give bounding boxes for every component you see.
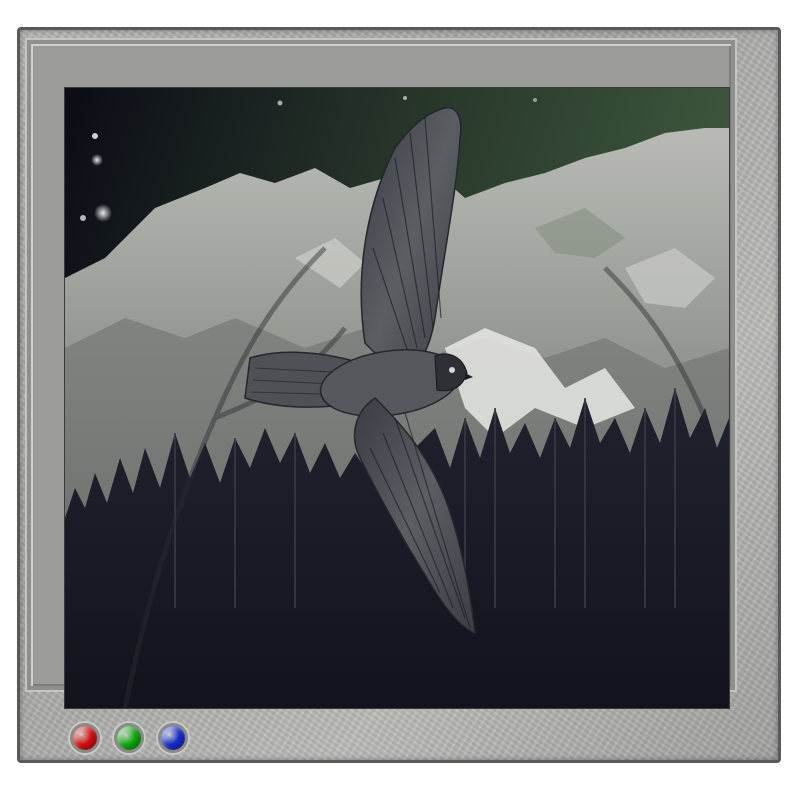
control-buttons (70, 718, 188, 758)
display-screen (64, 87, 730, 709)
scene-artwork (65, 88, 729, 708)
green-button[interactable] (114, 723, 144, 753)
red-button[interactable] (70, 723, 100, 753)
blue-button[interactable] (158, 723, 188, 753)
